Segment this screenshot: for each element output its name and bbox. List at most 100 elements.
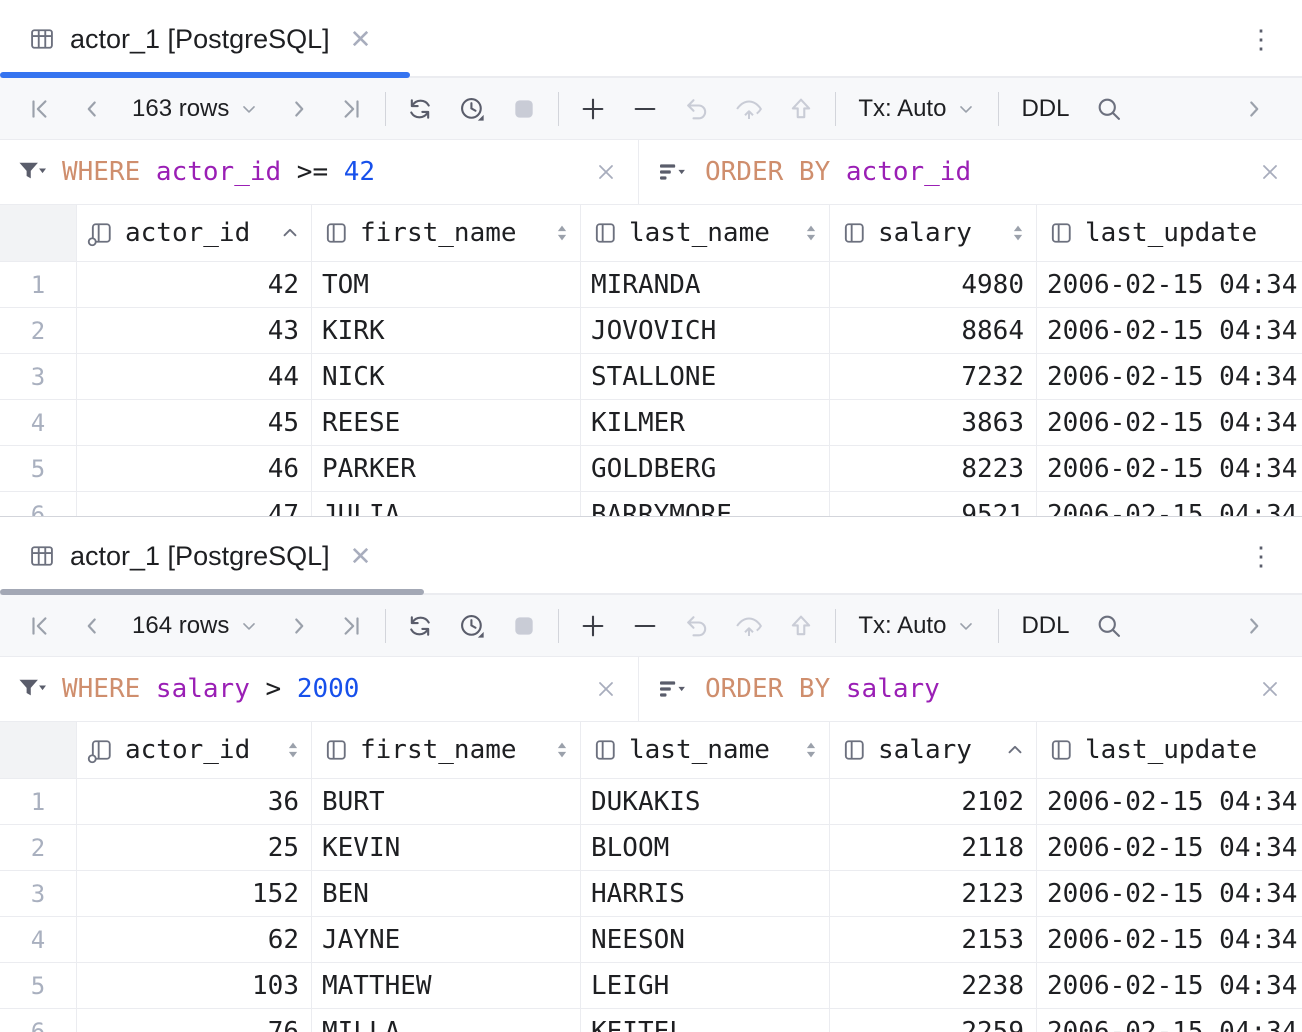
clear-filter-icon[interactable] [594, 677, 618, 701]
cell-actor_id[interactable]: 76 [77, 1009, 312, 1032]
cell-last_name[interactable]: KILMER [581, 400, 830, 445]
delete-row-button[interactable] [619, 87, 671, 131]
cell-last_name[interactable]: STALLONE [581, 354, 830, 399]
row-number[interactable]: 4 [0, 400, 77, 445]
kebab-menu-icon[interactable]: ⋮ [1248, 541, 1274, 572]
cell-salary[interactable]: 3863 [830, 400, 1037, 445]
cell-first_name[interactable]: BURT [312, 779, 581, 824]
cell-actor_id[interactable]: 25 [77, 825, 312, 870]
cell-last_update[interactable]: 2006-02-15 04:34:3 [1037, 492, 1302, 516]
cell-first_name[interactable]: REESE [312, 400, 581, 445]
cell-first_name[interactable]: BEN [312, 871, 581, 916]
cell-first_name[interactable]: NICK [312, 354, 581, 399]
row-number[interactable]: 2 [0, 308, 77, 353]
row-number[interactable]: 3 [0, 354, 77, 399]
cell-last_name[interactable]: LEIGH [581, 963, 830, 1008]
cell-actor_id[interactable]: 152 [77, 871, 312, 916]
cell-salary[interactable]: 8864 [830, 308, 1037, 353]
cell-last_update[interactable]: 2006-02-15 04:34:3 [1037, 963, 1302, 1008]
cell-first_name[interactable]: KEVIN [312, 825, 581, 870]
filter-funnel-icon[interactable] [16, 158, 46, 186]
column-header-last_update[interactable]: last_update [1037, 722, 1302, 778]
cell-last_update[interactable]: 2006-02-15 04:34:3 [1037, 917, 1302, 962]
sort-toggle-icon[interactable] [554, 222, 570, 244]
row-number[interactable]: 3 [0, 871, 77, 916]
search-button[interactable] [1083, 87, 1135, 131]
next-page-button[interactable] [273, 87, 325, 131]
cell-actor_id[interactable]: 62 [77, 917, 312, 962]
add-row-button[interactable] [567, 87, 619, 131]
cell-actor_id[interactable]: 42 [77, 262, 312, 307]
auto-refresh-button[interactable] [446, 87, 498, 131]
column-header-first_name[interactable]: first_name [312, 205, 581, 261]
column-header-actor_id[interactable]: actor_id [77, 722, 312, 778]
cell-last_name[interactable]: BLOOM [581, 825, 830, 870]
cell-salary[interactable]: 2123 [830, 871, 1037, 916]
column-header-salary[interactable]: salary [830, 205, 1037, 261]
refresh-button[interactable] [394, 604, 446, 648]
sort-ascending-icon[interactable] [279, 222, 301, 244]
cell-salary[interactable]: 2118 [830, 825, 1037, 870]
refresh-button[interactable] [394, 87, 446, 131]
cell-last_update[interactable]: 2006-02-15 04:34:3 [1037, 825, 1302, 870]
sort-toggle-icon[interactable] [285, 739, 301, 761]
cell-first_name[interactable]: MILLA [312, 1009, 581, 1032]
cell-last_name[interactable]: NEESON [581, 917, 830, 962]
cell-actor_id[interactable]: 45 [77, 400, 312, 445]
cell-first_name[interactable]: JAYNE [312, 917, 581, 962]
cell-salary[interactable]: 4980 [830, 262, 1037, 307]
first-page-button[interactable] [14, 604, 66, 648]
sort-lines-icon[interactable] [657, 159, 689, 185]
row-number[interactable]: 5 [0, 963, 77, 1008]
row-number[interactable]: 6 [0, 1009, 77, 1032]
row-number[interactable]: 5 [0, 446, 77, 491]
cell-actor_id[interactable]: 44 [77, 354, 312, 399]
tab-actor1-postgresql[interactable]: actor_1 [PostgreSQL]✕ [0, 517, 391, 595]
cell-salary[interactable]: 2238 [830, 963, 1037, 1008]
cell-salary[interactable]: 2153 [830, 917, 1037, 962]
cell-last_name[interactable]: MIRANDA [581, 262, 830, 307]
cell-last_update[interactable]: 2006-02-15 04:34:3 [1037, 1009, 1302, 1032]
column-header-salary[interactable]: salary [830, 722, 1037, 778]
clear-order-icon[interactable] [1258, 160, 1282, 184]
transaction-mode-dropdown[interactable]: Tx: Auto [844, 95, 990, 123]
column-header-last_name[interactable]: last_name [581, 722, 830, 778]
sort-toggle-icon[interactable] [803, 739, 819, 761]
kebab-menu-icon[interactable]: ⋮ [1248, 24, 1274, 55]
previous-page-button[interactable] [66, 604, 118, 648]
cell-first_name[interactable]: KIRK [312, 308, 581, 353]
column-header-last_update[interactable]: last_update [1037, 205, 1302, 261]
cell-first_name[interactable]: MATTHEW [312, 963, 581, 1008]
clear-order-icon[interactable] [1258, 677, 1282, 701]
next-page-button[interactable] [273, 604, 325, 648]
cell-actor_id[interactable]: 46 [77, 446, 312, 491]
row-number[interactable]: 6 [0, 492, 77, 516]
cell-first_name[interactable]: JULIA [312, 492, 581, 516]
order-by-input[interactable]: ORDER BY salary [639, 657, 1302, 721]
auto-refresh-button[interactable] [446, 604, 498, 648]
sort-ascending-icon[interactable] [1004, 739, 1026, 761]
delete-row-button[interactable] [619, 604, 671, 648]
first-page-button[interactable] [14, 87, 66, 131]
column-header-first_name[interactable]: first_name [312, 722, 581, 778]
ddl-button[interactable]: DDL [1007, 95, 1083, 123]
sort-toggle-icon[interactable] [1010, 222, 1026, 244]
cell-last_update[interactable]: 2006-02-15 04:34:3 [1037, 446, 1302, 491]
cell-first_name[interactable]: PARKER [312, 446, 581, 491]
cell-actor_id[interactable]: 43 [77, 308, 312, 353]
add-row-button[interactable] [567, 604, 619, 648]
row-number[interactable]: 2 [0, 825, 77, 870]
cell-last_update[interactable]: 2006-02-15 04:34:3 [1037, 308, 1302, 353]
cell-last_update[interactable]: 2006-02-15 04:34:3 [1037, 871, 1302, 916]
previous-page-button[interactable] [66, 87, 118, 131]
cell-last_name[interactable]: KEITEL [581, 1009, 830, 1032]
last-page-button[interactable] [325, 604, 377, 648]
search-button[interactable] [1083, 604, 1135, 648]
cell-last_update[interactable]: 2006-02-15 04:34:3 [1037, 354, 1302, 399]
row-count-dropdown[interactable]: 164 rows [118, 612, 273, 640]
cell-last_update[interactable]: 2006-02-15 04:34:3 [1037, 779, 1302, 824]
last-page-button[interactable] [325, 87, 377, 131]
tab-actor1-postgresql[interactable]: actor_1 [PostgreSQL]✕ [0, 0, 391, 78]
cell-salary[interactable]: 9521 [830, 492, 1037, 516]
cell-last_update[interactable]: 2006-02-15 04:34:3 [1037, 400, 1302, 445]
